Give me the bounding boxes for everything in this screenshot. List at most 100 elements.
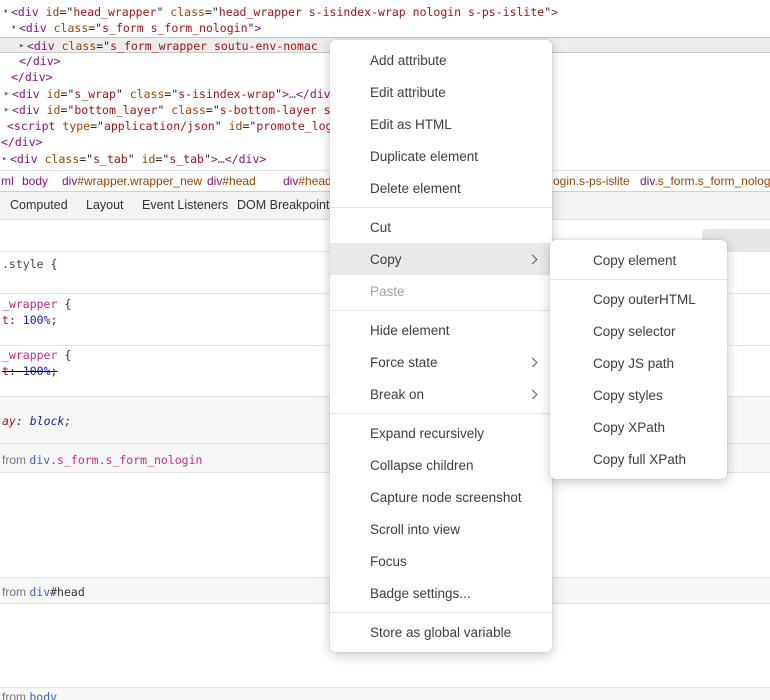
menu-item-copy-xpath[interactable]: Copy XPath bbox=[550, 411, 727, 443]
menu-item-cut[interactable]: Cut bbox=[330, 211, 552, 243]
menu-item-label: Delete element bbox=[370, 181, 461, 196]
menu-item-edit-as-html[interactable]: Edit as HTML bbox=[330, 108, 552, 140]
tab-dom-breakpoints[interactable]: DOM Breakpoints bbox=[237, 198, 336, 212]
code-segment: <div bbox=[12, 103, 40, 117]
menu-item-label: Copy outerHTML bbox=[593, 292, 696, 307]
code-segment: > bbox=[254, 21, 261, 35]
breadcrumb-item-div-head[interactable]: div#head bbox=[283, 174, 332, 188]
style-rule-row[interactable]: from div#head bbox=[2, 584, 85, 600]
code-segment: id bbox=[222, 119, 243, 133]
menu-item-label: Cut bbox=[370, 220, 391, 235]
collapse-arrow-icon[interactable]: ▾ bbox=[3, 4, 8, 20]
style-rule-row[interactable]: _wrapper { bbox=[2, 347, 71, 363]
menu-item-collapse-children[interactable]: Collapse children bbox=[330, 449, 552, 481]
dom-node[interactable]: ▾<div class="s_form s_form_nologin"> bbox=[0, 20, 770, 36]
code-segment: s-isindex-wrap bbox=[178, 87, 275, 101]
menu-item-store-as-global-variable[interactable]: Store as global variable bbox=[330, 616, 552, 648]
menu-item-label: Copy JS path bbox=[593, 356, 674, 371]
menu-item-paste: Paste bbox=[330, 275, 552, 307]
menu-item-focus[interactable]: Focus bbox=[330, 545, 552, 577]
code-segment: > bbox=[551, 5, 558, 19]
menu-item-hide-element[interactable]: Hide element bbox=[330, 314, 552, 346]
code-segment: … bbox=[289, 87, 296, 101]
code-segment: =" bbox=[59, 5, 73, 19]
code-segment: <div bbox=[10, 152, 38, 166]
collapse-arrow-icon[interactable]: ▾ bbox=[11, 20, 16, 36]
menu-item-duplicate-element[interactable]: Duplicate element bbox=[330, 140, 552, 172]
code-segment: class bbox=[123, 87, 165, 101]
style-rule-row[interactable]: from div.s_form.s_form_nologin bbox=[2, 452, 202, 468]
code-segment: =" bbox=[205, 5, 219, 19]
code-segment: id bbox=[40, 87, 61, 101]
menu-item-capture-node-screenshot[interactable]: Capture node screenshot bbox=[330, 481, 552, 513]
code-segment: <script bbox=[7, 119, 55, 133]
menu-item-add-attribute[interactable]: Add attribute bbox=[330, 44, 552, 76]
style-token-prop: t bbox=[2, 364, 9, 378]
dom-node-text: <div id="head_wrapper" class="head_wrapp… bbox=[11, 4, 558, 20]
breadcrumb-item-div-s-form-s-form-nolog[interactable]: div.s_form.s_form_nolog bbox=[640, 174, 770, 188]
tab-event-listeners[interactable]: Event Listeners bbox=[142, 198, 228, 212]
style-rule-row[interactable]: t: 100%; bbox=[2, 312, 57, 328]
style-token-pu: : bbox=[16, 414, 30, 428]
crumb-suffix: #head bbox=[298, 174, 331, 188]
code-segment: </div> bbox=[19, 54, 61, 68]
menu-item-force-state[interactable]: Force state bbox=[330, 346, 552, 378]
submenu-chevron-icon bbox=[528, 389, 538, 399]
menu-item-label: Scroll into view bbox=[370, 522, 460, 537]
style-token-sel: _wrapper bbox=[2, 297, 64, 311]
menu-item-copy[interactable]: Copy bbox=[330, 243, 552, 275]
expand-arrow-icon[interactable]: ▸ bbox=[4, 102, 9, 118]
style-token-from: from bbox=[2, 585, 29, 599]
style-rule-row[interactable]: .style { bbox=[2, 256, 57, 272]
tab-computed[interactable]: Computed bbox=[10, 198, 68, 212]
expand-arrow-icon[interactable]: ▸ bbox=[19, 38, 24, 54]
menu-item-expand-recursively[interactable]: Expand recursively bbox=[330, 417, 552, 449]
menu-item-copy-full-xpath[interactable]: Copy full XPath bbox=[550, 443, 727, 475]
breadcrumb-item-body[interactable]: body bbox=[22, 174, 48, 188]
style-token-dark: #head bbox=[50, 585, 85, 599]
dom-node[interactable]: ▾<div id="head_wrapper" class="head_wrap… bbox=[0, 4, 770, 20]
crumb-tag: div bbox=[640, 174, 654, 188]
menu-item-copy-selector[interactable]: Copy selector bbox=[550, 315, 727, 347]
code-segment: bottom_layer bbox=[74, 103, 157, 117]
style-rule-row[interactable]: t: 100%; bbox=[2, 363, 57, 379]
menu-item-label: Edit attribute bbox=[370, 85, 446, 100]
style-token-val: 100% bbox=[23, 364, 51, 378]
menu-item-break-on[interactable]: Break on bbox=[330, 378, 552, 410]
menu-item-copy-js-path[interactable]: Copy JS path bbox=[550, 347, 727, 379]
breadcrumb-item[interactable]: ogin.s-ps-islite bbox=[553, 174, 630, 188]
menu-item-copy-styles[interactable]: Copy styles bbox=[550, 379, 727, 411]
menu-item-label: Break on bbox=[370, 387, 424, 402]
menu-item-scroll-into-view[interactable]: Scroll into view bbox=[330, 513, 552, 545]
menu-item-copy-element[interactable]: Copy element bbox=[550, 244, 727, 276]
style-rule-row[interactable]: from body bbox=[2, 689, 57, 700]
menu-item-badge-settings[interactable]: Badge settings... bbox=[330, 577, 552, 609]
code-segment: <div bbox=[11, 5, 39, 19]
code-segment: =" bbox=[164, 87, 178, 101]
crumb-tag: div bbox=[62, 174, 77, 188]
crumb-suffix: ogin.s-ps-islite bbox=[553, 174, 630, 188]
menu-item-copy-outerhtml[interactable]: Copy outerHTML bbox=[550, 283, 727, 315]
dom-node-text: </div> bbox=[11, 69, 53, 85]
tab-layout[interactable]: Layout bbox=[86, 198, 124, 212]
code-segment: class bbox=[47, 21, 89, 35]
styles-divider bbox=[0, 687, 770, 688]
style-token-val: block bbox=[30, 414, 65, 428]
breadcrumb-item-ml[interactable]: ml bbox=[1, 174, 14, 188]
code-segment: </div> bbox=[225, 152, 267, 166]
crumb-tag: div bbox=[283, 174, 298, 188]
menu-item-label: Add attribute bbox=[370, 53, 447, 68]
breadcrumb-item-div-head[interactable]: div#head bbox=[207, 174, 256, 188]
expand-arrow-icon[interactable]: ▸ bbox=[2, 151, 7, 167]
style-token-prop: t bbox=[2, 313, 9, 327]
menu-item-label: Force state bbox=[370, 355, 438, 370]
expand-arrow-icon[interactable]: ▸ bbox=[4, 86, 9, 102]
breadcrumb-item-div-wrapper-wrapper-new[interactable]: div#wrapper.wrapper_new bbox=[62, 174, 202, 188]
menu-item-delete-element[interactable]: Delete element bbox=[330, 172, 552, 204]
menu-item-edit-attribute[interactable]: Edit attribute bbox=[330, 76, 552, 108]
submenu-chevron-icon bbox=[528, 357, 538, 367]
menu-item-label: Hide element bbox=[370, 323, 450, 338]
style-rule-row[interactable]: _wrapper { bbox=[2, 296, 71, 312]
code-segment: head_wrapper s-isindex-wrap nologin s-ps… bbox=[219, 5, 544, 19]
style-rule-row[interactable]: ay: block; bbox=[2, 413, 71, 429]
